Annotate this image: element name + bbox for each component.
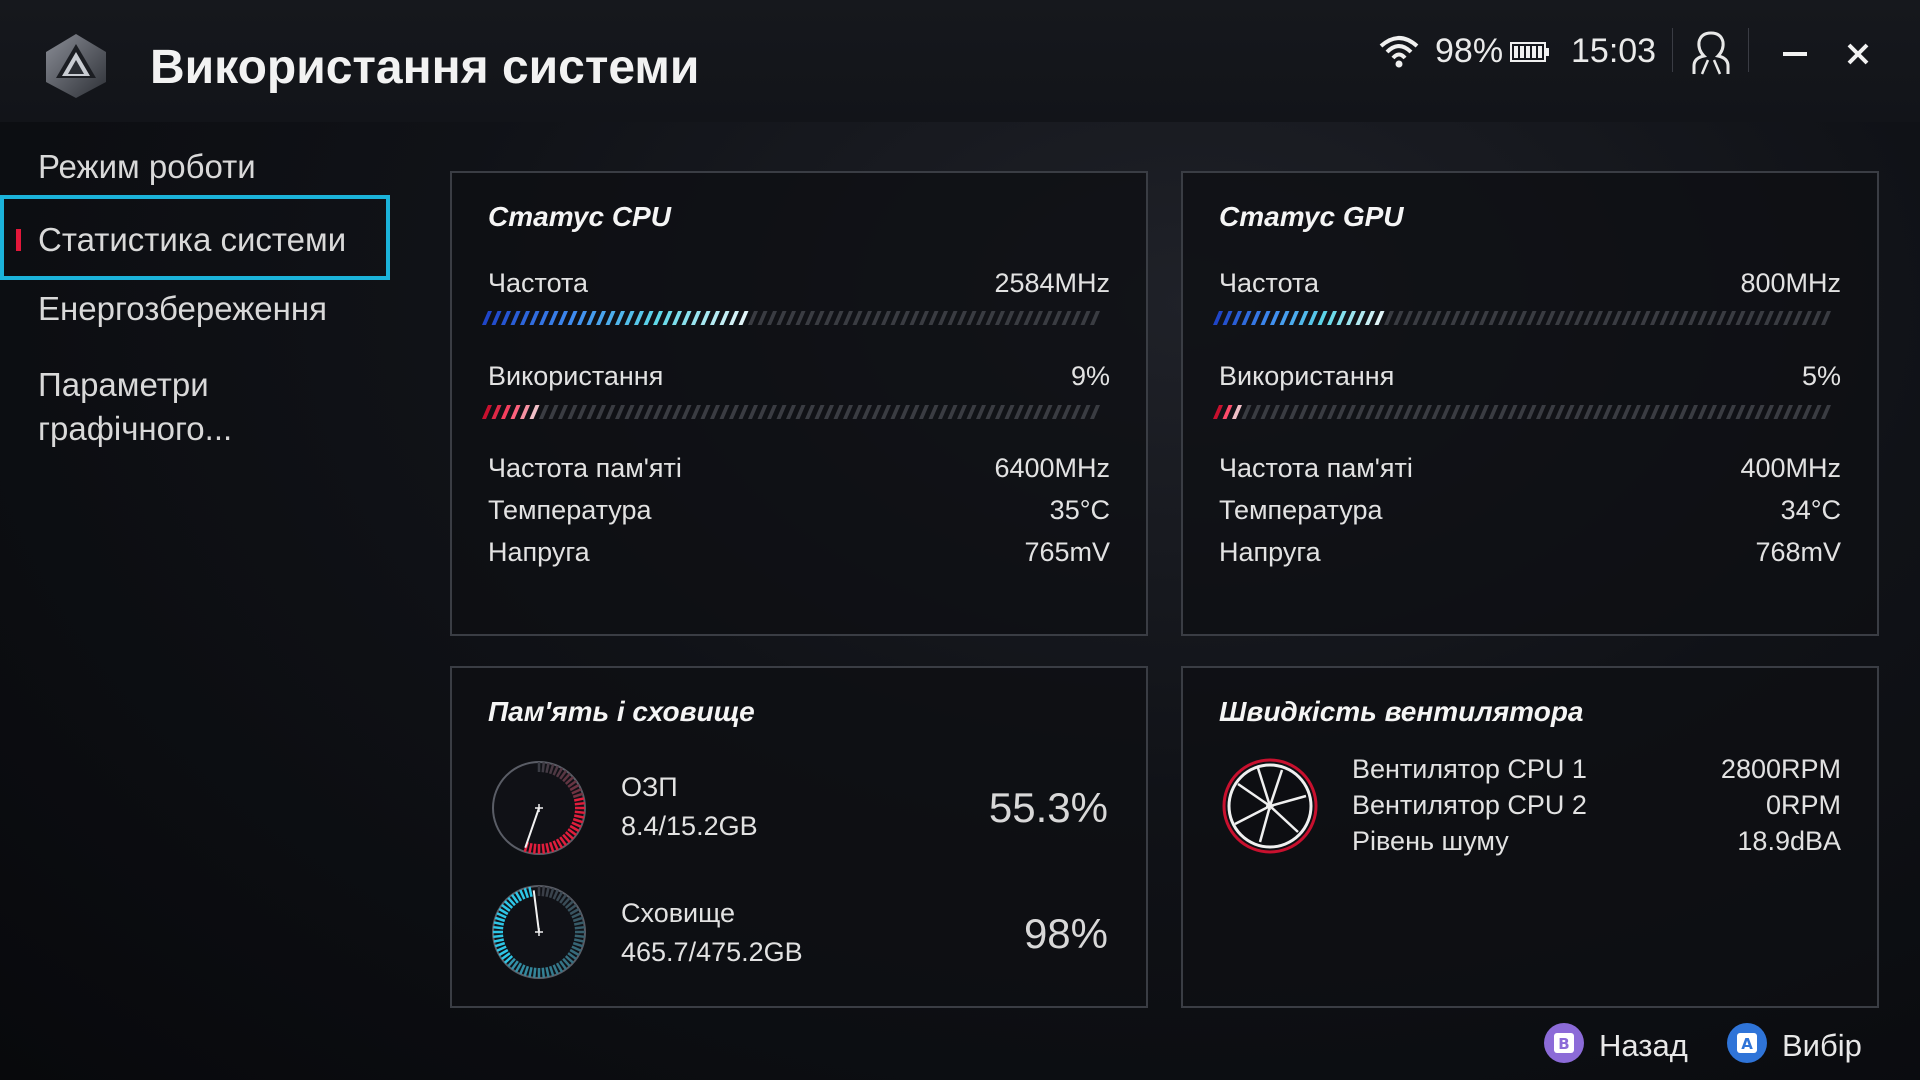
divider <box>1748 28 1749 72</box>
label: Частота пам'яті <box>1219 453 1413 483</box>
sidebar-item-label: Режим роботи <box>38 148 256 185</box>
sidebar-item-system-statistics[interactable]: Статистика системи <box>0 195 390 280</box>
clock: 15:03 <box>1571 32 1657 70</box>
value: 35°C <box>1049 495 1110 525</box>
memory-storage-card: Пам'ять і сховище ОЗП 8.4/15.2GB 55.3% С… <box>450 666 1148 1008</box>
value: 768mV <box>1755 537 1841 567</box>
label: Напруга <box>488 537 590 567</box>
title-bar: Використання системи 98% 15:03 <box>0 0 1920 122</box>
fan-icon <box>1222 758 1318 854</box>
back-label: Назад <box>1599 1028 1688 1063</box>
value: 765mV <box>1024 537 1110 567</box>
gpu-status-card: Статус GPU Частота 800MHz Використання 5… <box>1181 171 1879 636</box>
card-title: Швидкість вентилятора <box>1219 696 1584 727</box>
gpu-usage-meter <box>1213 405 1831 419</box>
cpu-usage-meter <box>482 405 1100 419</box>
sidebar-item-graphics-settings[interactable]: Параметри графічного... <box>0 363 390 453</box>
svg-text:B: B <box>1558 1035 1569 1053</box>
value: 800MHz <box>1740 268 1841 298</box>
card-title: Пам'ять і сховище <box>488 696 755 727</box>
label: Вентилятор CPU 2 <box>1352 790 1587 820</box>
label: Частота пам'яті <box>488 453 682 483</box>
sidebar-item-label: Енергозбереження <box>38 290 327 327</box>
storage-label: Сховище <box>621 898 736 928</box>
label: Вентилятор CPU 1 <box>1352 754 1587 784</box>
label: Рівень шуму <box>1352 826 1509 856</box>
svg-text:A: A <box>1741 1035 1753 1053</box>
sidebar-item-operating-mode[interactable]: Режим роботи <box>0 148 390 198</box>
ram-value: 8.4/15.2GB <box>621 811 758 841</box>
select-label: Вибір <box>1782 1028 1862 1063</box>
sidebar-item-label: Параметри графічного... <box>38 366 233 447</box>
sidebar-item-power-saving[interactable]: Енергозбереження <box>0 290 390 340</box>
divider <box>1672 28 1673 72</box>
label: Частота <box>1219 268 1320 298</box>
user-icon[interactable] <box>1686 30 1736 76</box>
value: 6400MHz <box>994 453 1110 483</box>
ram-percentage: 55.3% <box>988 784 1108 831</box>
value: 0RPM <box>1765 790 1841 820</box>
active-indicator <box>16 229 21 251</box>
minimize-icon[interactable] <box>1775 34 1815 74</box>
back-button[interactable]: B Назад <box>1543 1020 1693 1066</box>
fan-speed-card: Швидкість вентилятора Вентилятор CPU 1 2… <box>1181 666 1879 1008</box>
card-title: Статус GPU <box>1219 201 1404 232</box>
b-button-icon: B <box>1544 1023 1584 1063</box>
storage-gauge-icon <box>492 885 586 979</box>
a-button-icon: A <box>1727 1023 1767 1063</box>
ram-label: ОЗП <box>621 772 678 802</box>
ram-gauge-icon <box>492 761 586 855</box>
value: 9% <box>1070 361 1110 391</box>
cpu-frequency-meter <box>482 311 1100 325</box>
card-title: Статус CPU <box>488 201 671 232</box>
value: 2800RPM <box>1720 754 1841 784</box>
battery-icon <box>1510 42 1549 62</box>
status-area: 98% 15:03 <box>0 28 1920 82</box>
value: 2584MHz <box>994 268 1110 298</box>
battery-percentage: 98% <box>1435 32 1504 70</box>
value: 400MHz <box>1740 453 1841 483</box>
storage-value: 465.7/475.2GB <box>621 937 803 967</box>
label: Частота <box>488 268 589 298</box>
label: Використання <box>488 361 664 391</box>
wifi-icon <box>1379 36 1419 68</box>
storage-percentage: 98% <box>1023 910 1108 957</box>
sidebar-item-label: Статистика системи <box>38 221 347 258</box>
value: 18.9dBA <box>1737 826 1841 856</box>
value: 34°C <box>1780 495 1841 525</box>
select-button[interactable]: A Вибір <box>1726 1020 1876 1066</box>
label: Використання <box>1219 361 1395 391</box>
cpu-status-card: Статус CPU Частота 2584MHz Використання … <box>450 171 1148 636</box>
gpu-frequency-meter <box>1213 311 1831 325</box>
label: Напруга <box>1219 537 1321 567</box>
close-icon[interactable] <box>1838 34 1878 74</box>
label: Температура <box>488 495 652 525</box>
value: 5% <box>1801 361 1841 391</box>
label: Температура <box>1219 495 1383 525</box>
